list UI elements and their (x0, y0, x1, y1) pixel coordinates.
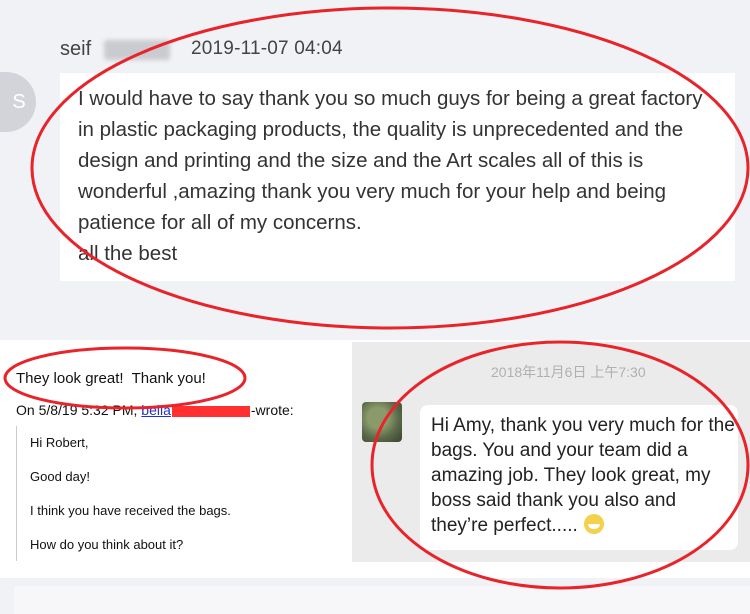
redacted-email (171, 405, 250, 417)
quoted-message: Hi Robert, Good day! I think you have re… (16, 426, 342, 561)
review-timestamp: 2019-11-07 04:04 (191, 38, 343, 59)
grin-emoji-icon (583, 514, 604, 534)
next-review-card (14, 586, 750, 614)
email-reply-text: They look great! Thank you! (16, 370, 206, 387)
email-quote-header: On 5/8/19 5:32 PM, bella -wrote: (16, 402, 294, 418)
chat-avatar (362, 402, 402, 442)
quote-header-prefix: On 5/8/19 5:32 PM, (16, 402, 142, 418)
redacted-name (104, 40, 170, 60)
quoted-line: Hi Robert, (30, 435, 89, 450)
chat-message: Hi Amy, thank you very much for the bags… (431, 413, 736, 538)
quoted-line: Good day! (30, 469, 90, 484)
quoted-line: How do you think about it? (30, 537, 184, 552)
sender-email-link[interactable]: bella (141, 402, 171, 418)
chat-message-text: Hi Amy, thank you very much for the bags… (431, 415, 735, 536)
quoted-line: I think you have received the bags. (30, 503, 231, 518)
review-author: seif (60, 38, 92, 60)
quote-header-wrote: -wrote: (250, 402, 294, 418)
next-review-strip (0, 578, 750, 614)
review-message: I would have to say thank you so much gu… (78, 87, 703, 265)
chat-timestamp: 2018年11月6日 上午7:30 (491, 364, 646, 380)
